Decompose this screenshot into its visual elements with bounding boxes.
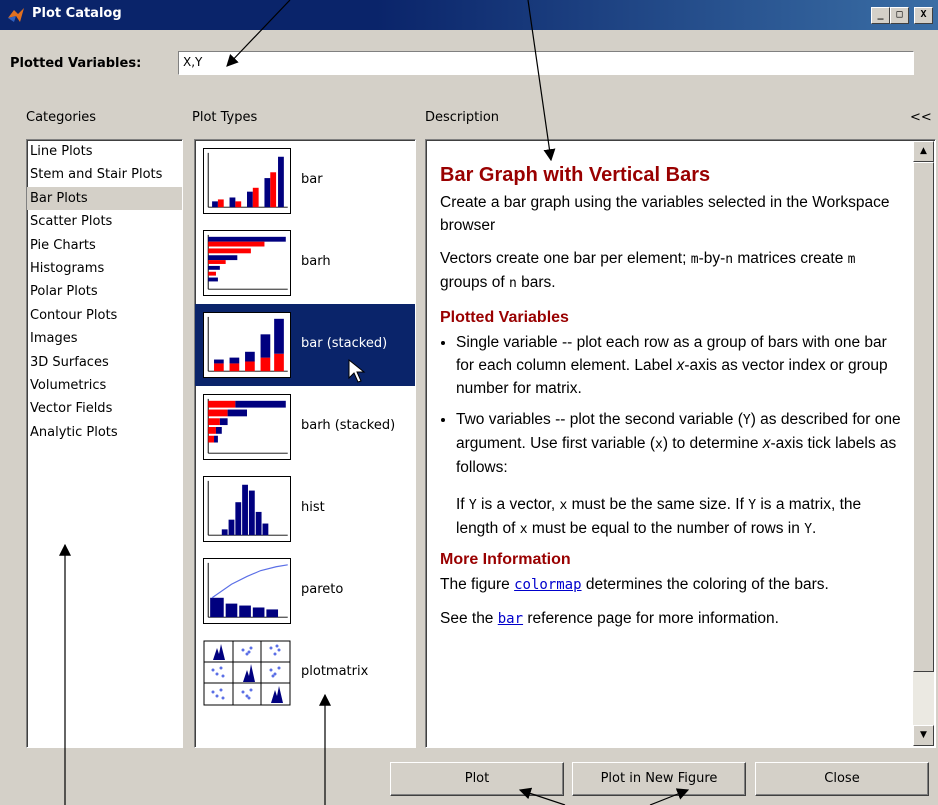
category-item[interactable]: Vector Fields (27, 397, 182, 420)
title-bar[interactable] (0, 0, 938, 30)
bar-stacked-thumbnail-icon (203, 312, 291, 378)
plot-type-barh-stacked[interactable]: barh (stacked) (195, 386, 415, 468)
plot-type-plotmatrix[interactable]: plotmatrix (195, 632, 415, 714)
description-intro: Create a bar graph using the variables s… (440, 194, 890, 234)
category-item[interactable]: 3D Surfaces (27, 351, 182, 374)
plotted-variables-label: Plotted Variables: (10, 56, 142, 71)
bar-reference-link[interactable]: bar (498, 611, 523, 627)
plot-type-label: hist (301, 500, 325, 515)
plot-type-bar[interactable]: bar (195, 140, 415, 222)
plot-types-header: Plot Types (192, 110, 258, 125)
barh-stacked-thumbnail-icon (203, 394, 291, 460)
plot-type-label: pareto (301, 582, 344, 597)
category-item[interactable]: Polar Plots (27, 280, 182, 303)
plot-type-label: barh (stacked) (301, 418, 396, 433)
pareto-thumbnail-icon (203, 558, 291, 624)
plot-type-label: bar (301, 172, 323, 187)
category-item[interactable]: Contour Plots (27, 304, 182, 327)
category-item[interactable]: Line Plots (27, 140, 182, 163)
mouse-cursor-icon (348, 358, 366, 383)
scroll-down-button[interactable]: ▼ (913, 725, 934, 746)
plotted-variables-input[interactable]: X,Y (178, 51, 914, 75)
description-scrollbar[interactable]: ▲ ▼ (913, 141, 934, 746)
plotted-variables-heading: Plotted Variables (440, 309, 569, 326)
plotted-variables-list: Single variable -- plot each row as a gr… (440, 331, 902, 541)
bullet-two-variables: Two variables -- plot the second variabl… (456, 408, 902, 541)
hist-thumbnail-icon (203, 476, 291, 542)
plot-type-label: bar (stacked) (301, 336, 388, 351)
category-item[interactable]: Scatter Plots (27, 210, 182, 233)
scroll-up-button[interactable]: ▲ (913, 141, 934, 162)
description-header: Description (425, 110, 500, 125)
scrollbar-thumb[interactable] (913, 162, 934, 672)
more-information-text: The figure colormap determines the color… (440, 576, 829, 593)
category-item[interactable]: Volumetrics (27, 374, 182, 397)
plot-type-pareto[interactable]: pareto (195, 550, 415, 632)
category-item[interactable]: Pie Charts (27, 234, 182, 257)
plot-button[interactable]: Plot (390, 762, 564, 796)
category-item[interactable]: Histograms (27, 257, 182, 280)
barh-thumbnail-icon (203, 230, 291, 296)
category-item[interactable]: Analytic Plots (27, 421, 182, 444)
colormap-link[interactable]: colormap (514, 577, 581, 593)
plotmatrix-thumbnail-icon (203, 640, 291, 706)
plot-in-new-figure-button[interactable]: Plot in New Figure (572, 762, 746, 796)
categories-header: Categories (26, 110, 97, 125)
window-title: Plot Catalog (32, 6, 122, 21)
minimize-button[interactable]: _ (871, 7, 890, 24)
plot-type-hist[interactable]: hist (195, 468, 415, 550)
see-reference-text: See the bar reference page for more info… (440, 610, 779, 627)
more-information-heading: More Information (440, 551, 571, 568)
rule-text: If Y is a vector, x must be the same siz… (456, 496, 862, 537)
bar-thumbnail-icon (203, 148, 291, 214)
close-button[interactable]: Close (755, 762, 929, 796)
description-vectors: Vectors create one bar per element; m-by… (440, 250, 856, 291)
category-item[interactable]: Images (27, 327, 182, 350)
plot-type-bar-stacked[interactable]: bar (stacked) (195, 304, 415, 386)
plot-types-list[interactable]: bar barh bar (stacked) barh (stacked) hi… (194, 139, 416, 748)
category-item[interactable]: Stem and Stair Plots (27, 163, 182, 186)
plot-type-barh[interactable]: barh (195, 222, 415, 304)
collapse-description-button[interactable]: << (910, 110, 932, 125)
plot-type-label: barh (301, 254, 331, 269)
description-panel[interactable]: Bar Graph with Vertical Bars Create a ba… (425, 139, 936, 748)
matlab-app-icon (8, 8, 24, 22)
maximize-button[interactable]: □ (890, 7, 909, 24)
description-title: Bar Graph with Vertical Bars (440, 164, 711, 186)
bullet-single-variable: Single variable -- plot each row as a gr… (456, 331, 902, 400)
description-content: Bar Graph with Vertical Bars Create a ba… (440, 160, 902, 641)
plot-type-label: plotmatrix (301, 664, 369, 679)
close-window-button[interactable]: X (914, 7, 933, 24)
categories-list[interactable]: Line Plots Stem and Stair Plots Bar Plot… (26, 139, 183, 748)
category-item-selected[interactable]: Bar Plots (27, 186, 182, 211)
